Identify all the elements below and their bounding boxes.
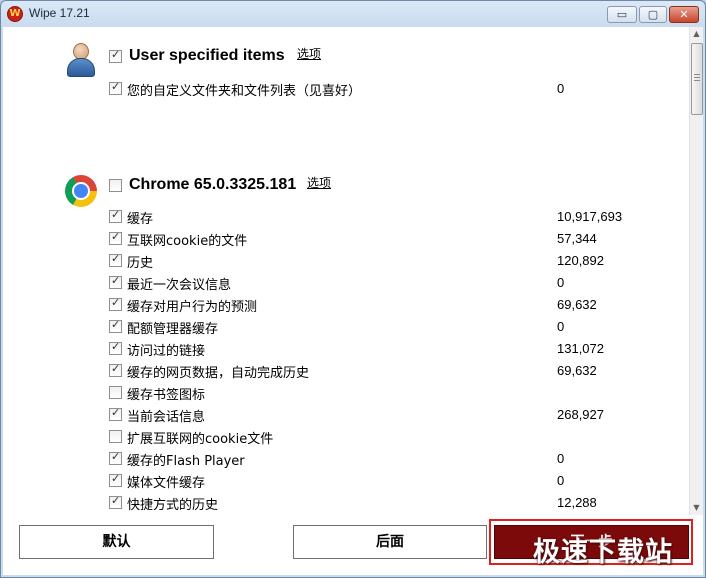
scrollbar-thumb[interactable] [691, 43, 703, 115]
item-value-quota-cache: 0 [557, 319, 565, 334]
item-label-cache: 缓存 [127, 212, 154, 227]
maximize-button[interactable]: ▢ [639, 6, 667, 23]
item-value-predictor-cache: 69,632 [557, 297, 597, 312]
section-checkbox-user-items[interactable] [109, 48, 122, 63]
scroll-down-arrow-icon[interactable]: ▼ [690, 501, 703, 515]
app-window: W Wipe 17.21 ▭ ▢ ✕ User specified items … [0, 0, 706, 578]
item-checkbox-quota-cache[interactable] [109, 318, 122, 333]
user-icon [65, 43, 95, 77]
wipe-app-icon: W [7, 6, 23, 22]
item-value-current-session: 268,927 [557, 407, 604, 422]
item-checkbox-current-session[interactable] [109, 406, 122, 421]
vertical-scrollbar[interactable]: ▲ ▼ [689, 27, 703, 515]
item-checkbox-history[interactable] [109, 252, 122, 267]
item-label-flash-player: 缓存的Flash Player [127, 454, 245, 469]
watermark-text: 极速下载站 [533, 537, 673, 568]
item-value-shortcuts-history: 12,288 [557, 495, 597, 510]
item-value-cache: 10,917,693 [557, 209, 623, 224]
chrome-icon [65, 175, 97, 207]
items-list: User specified items 选项 您的自定义文件夹和文件列表（见喜… [3, 27, 687, 515]
scroll-up-arrow-icon[interactable]: ▲ [690, 27, 703, 41]
item-label-favicons: 缓存书签图标 [127, 388, 206, 403]
main-panel: User specified items 选项 您的自定义文件夹和文件列表（见喜… [3, 27, 703, 575]
item-value: 0 [557, 81, 565, 96]
close-button[interactable]: ✕ [669, 6, 699, 23]
item-checkbox-web-data[interactable] [109, 362, 122, 377]
item-checkbox[interactable] [109, 80, 122, 95]
back-button[interactable]: 后面 [293, 525, 487, 559]
item-label-media-cache: 媒体文件缓存 [127, 476, 206, 491]
options-link-chrome[interactable]: 选项 [307, 174, 331, 191]
item-label-web-data: 缓存的网页数据，自动完成历史 [127, 366, 310, 381]
item-checkbox-flash-player[interactable] [109, 450, 122, 465]
item-label-predictor-cache: 缓存对用户行为的预测 [127, 300, 258, 315]
item-label: 您的自定义文件夹和文件列表（见喜好） [127, 84, 362, 99]
item-value-web-data: 69,632 [557, 363, 597, 378]
item-value-media-cache: 0 [557, 473, 565, 488]
default-button[interactable]: 默认 [19, 525, 214, 559]
item-label-cookies: 互联网cookie的文件 [127, 234, 248, 249]
item-label-visited-links: 访问过的链接 [127, 344, 206, 359]
item-checkbox-extension-cookies[interactable] [109, 430, 122, 443]
item-value-cookies: 57,344 [557, 231, 597, 246]
section-title-chrome: Chrome 65.0.3325.181 [129, 176, 297, 193]
item-label-extension-cookies: 扩展互联网的cookie文件 [127, 432, 274, 447]
section-checkbox-chrome[interactable] [109, 179, 122, 192]
item-checkbox-visited-links[interactable] [109, 340, 122, 355]
item-checkbox-cache[interactable] [109, 208, 122, 223]
item-value-last-session: 0 [557, 275, 565, 290]
item-label-quota-cache: 配额管理器缓存 [127, 322, 219, 337]
item-checkbox-media-cache[interactable] [109, 472, 122, 487]
item-checkbox-predictor-cache[interactable] [109, 296, 122, 311]
section-title-user-items: User specified items [129, 47, 285, 64]
item-label-current-session: 当前会话信息 [127, 410, 206, 425]
item-checkbox-shortcuts-history[interactable] [109, 494, 122, 509]
item-label-shortcuts-history: 快捷方式的历史 [127, 498, 219, 513]
options-link-user-items[interactable]: 选项 [297, 45, 321, 62]
title-bar: W Wipe 17.21 ▭ ▢ ✕ [1, 1, 705, 27]
item-value-visited-links: 131,072 [557, 341, 604, 356]
minimize-button[interactable]: ▭ [607, 6, 637, 23]
item-label-history: 历史 [127, 256, 154, 271]
window-title: Wipe 17.21 [29, 6, 90, 20]
item-value-history: 120,892 [557, 253, 604, 268]
item-checkbox-favicons[interactable] [109, 386, 122, 399]
item-checkbox-last-session[interactable] [109, 274, 122, 289]
item-value-flash-player: 0 [557, 451, 565, 466]
item-checkbox-cookies[interactable] [109, 230, 122, 245]
item-label-last-session: 最近一次会议信息 [127, 278, 232, 293]
